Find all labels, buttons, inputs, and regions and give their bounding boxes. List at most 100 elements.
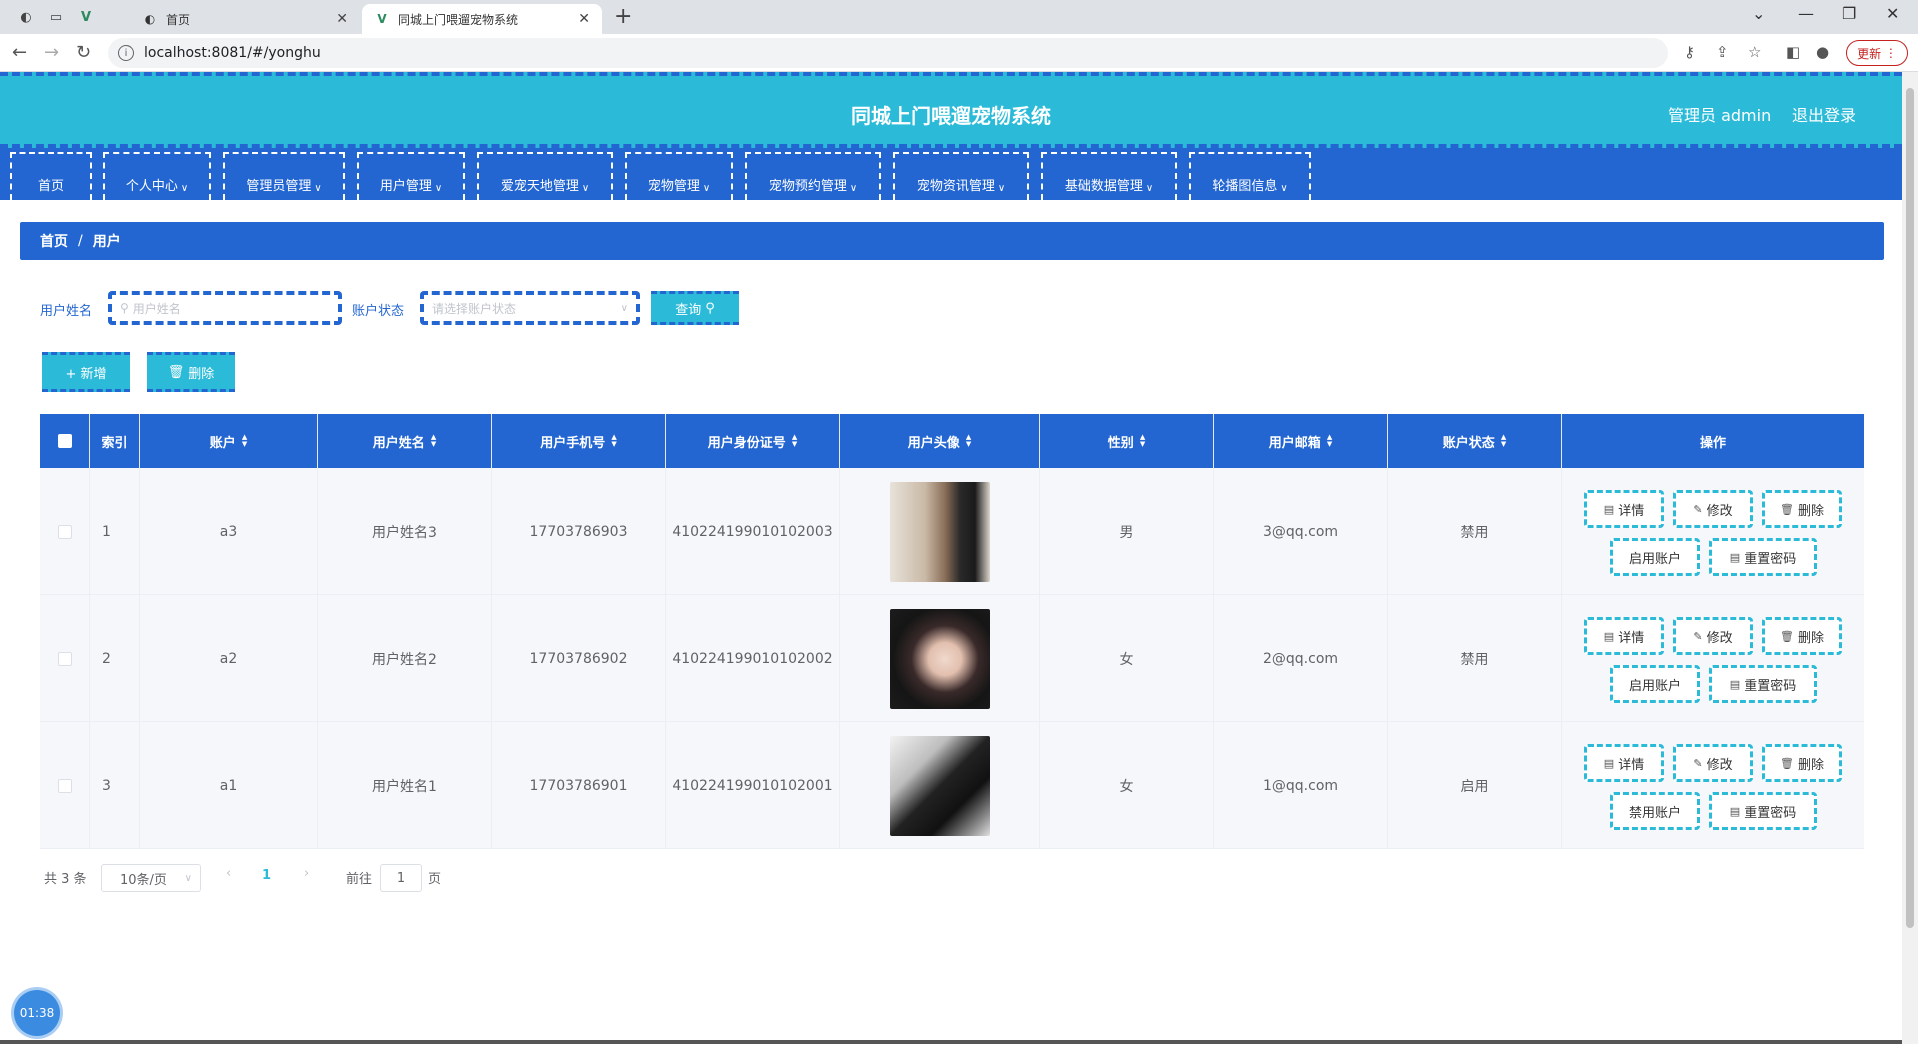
col-status[interactable]: 账户状态 ▲ ▼ [1388, 414, 1562, 468]
goto-page-input[interactable]: 1 [380, 864, 422, 892]
cell-actions: ▤ 详情 ✎ 修改 🗑︎ 删除 启用账户 ▤ 重置密码 [1562, 468, 1864, 595]
toggle-account-button[interactable]: 禁用账户 [1610, 792, 1700, 830]
add-button[interactable]: + 新增 [42, 352, 130, 392]
menu-label: 基础数据管理 [1064, 179, 1143, 194]
info-icon[interactable]: i [118, 45, 134, 61]
detail-button[interactable]: ▤ 详情 [1584, 617, 1664, 655]
side-panel-icon[interactable]: ◧ [1786, 43, 1800, 61]
logout-link[interactable]: 退出登录 [1792, 102, 1856, 126]
row-checkbox[interactable] [57, 778, 72, 793]
close-icon[interactable]: ✕ [578, 11, 590, 27]
menu-item-home[interactable]: 首页 [10, 152, 92, 200]
menu-item-pet-booking[interactable]: 宠物预约管理 ∨ [745, 152, 881, 200]
edit-button[interactable]: ✎ 修改 [1673, 490, 1753, 528]
col-phone[interactable]: 用户手机号 ▲ ▼ [492, 414, 666, 468]
batch-delete-button[interactable]: 🗑︎ 删除 [147, 352, 235, 392]
sort-icon[interactable]: ▲ ▼ [792, 434, 797, 448]
pinned-tab-icon[interactable]: ◐ [14, 6, 38, 28]
row-checkbox[interactable] [57, 524, 72, 539]
reset-password-button[interactable]: ▤ 重置密码 [1709, 665, 1817, 703]
pinned-tab-blank-icon[interactable]: ▭ [44, 6, 68, 28]
col-account[interactable]: 账户 ▲ ▼ [140, 414, 318, 468]
detail-button[interactable]: ▤ 详情 [1584, 490, 1664, 528]
sort-icon[interactable]: ▲ ▼ [1327, 434, 1332, 448]
col-email[interactable]: 用户邮箱 ▲ ▼ [1214, 414, 1388, 468]
detail-button[interactable]: ▤ 详情 [1584, 744, 1664, 782]
prev-page-icon[interactable]: ‹ [226, 866, 231, 881]
col-avatar[interactable]: 用户头像 ▲ ▼ [840, 414, 1040, 468]
add-label: + 新增 [65, 366, 107, 382]
browser-tab-active[interactable]: V 同城上门喂遛宠物系统 ✕ [362, 4, 602, 34]
row-checkbox[interactable] [57, 651, 72, 666]
table-header: 索引 账户 ▲ ▼ 用户姓名 ▲ ▼ 用户手机号 ▲ ▼ 用户身份证号 ▲ ▼ 用户头像 ▲ ▼ 性… [40, 414, 1864, 468]
tab-search-icon[interactable]: ⌄ [1752, 4, 1765, 23]
menu-item-carousel[interactable]: 轮播图信息 ∨ [1189, 152, 1311, 200]
cell-index: 1 [90, 468, 140, 595]
menu-item-pets[interactable]: 宠物管理 ∨ [625, 152, 733, 200]
star-icon[interactable]: ☆ [1748, 43, 1761, 61]
delete-button[interactable]: 🗑︎ 删除 [1762, 490, 1842, 528]
reload-icon[interactable]: ↻ [76, 42, 91, 63]
name-search-input[interactable]: ⚲ 用户姓名 [108, 291, 342, 325]
col-gender[interactable]: 性别 ▲ ▼ [1040, 414, 1214, 468]
back-arrow-icon[interactable]: ← [12, 42, 27, 63]
share-icon[interactable]: ⇪ [1716, 43, 1729, 61]
col-name[interactable]: 用户姓名 ▲ ▼ [318, 414, 492, 468]
update-button[interactable]: 更新 ⋮ [1846, 40, 1908, 66]
sort-icon[interactable]: ▲ ▼ [242, 434, 247, 448]
recording-timer[interactable]: 01:38 [14, 990, 60, 1036]
menu-item-pet-world[interactable]: 爱宠天地管理 ∨ [477, 152, 613, 200]
menu-item-base-data[interactable]: 基础数据管理 ∨ [1041, 152, 1177, 200]
select-all-checkbox[interactable] [57, 434, 72, 448]
toggle-account-button[interactable]: 启用账户 [1610, 538, 1700, 576]
col-actions: 操作 [1562, 414, 1864, 468]
sort-icon[interactable]: ▲ ▼ [966, 434, 971, 448]
sort-icon[interactable]: ▲ ▼ [611, 434, 616, 448]
query-button[interactable]: 查询 ⚲ [651, 291, 739, 325]
cell-name: 用户姓名1 [318, 722, 492, 849]
window-close-button[interactable]: ✕ [1886, 4, 1899, 23]
document-icon: ▤ [1729, 550, 1741, 564]
sort-icon[interactable]: ▲ ▼ [1501, 434, 1506, 448]
url-field[interactable]: i localhost:8081/#/yonghu [108, 38, 1668, 68]
new-tab-button[interactable]: + [614, 4, 632, 29]
edit-button[interactable]: ✎ 修改 [1673, 744, 1753, 782]
menu-item-admin[interactable]: 管理员管理 ∨ [223, 152, 345, 200]
browser-tab-home[interactable]: ◐ 首页 ✕ [130, 4, 360, 34]
status-select[interactable]: 请选择账户状态 ∨ [420, 291, 640, 325]
edit-button[interactable]: ✎ 修改 [1673, 617, 1753, 655]
restore-button[interactable]: ❐ [1842, 4, 1856, 23]
col-idcard[interactable]: 用户身份证号 ▲ ▼ [666, 414, 840, 468]
avatar-image[interactable] [889, 481, 990, 582]
menu-item-users[interactable]: 用户管理 ∨ [357, 152, 465, 200]
forward-arrow-icon[interactable]: → [44, 42, 59, 63]
key-icon[interactable]: ⚷ [1684, 43, 1695, 61]
sort-icon[interactable]: ▲ ▼ [431, 434, 436, 448]
reset-password-button[interactable]: ▤ 重置密码 [1709, 792, 1817, 830]
toggle-account-button[interactable]: 启用账户 [1610, 665, 1700, 703]
delete-button[interactable]: 🗑︎ 删除 [1762, 744, 1842, 782]
cell-idcard: 410224199010102001 [666, 722, 840, 849]
current-page[interactable]: 1 [262, 868, 271, 883]
pinned-tab-vue-icon[interactable]: V [74, 6, 98, 28]
profile-icon[interactable]: ● [1816, 43, 1829, 61]
breadcrumb-home[interactable]: 首页 [40, 231, 68, 251]
sort-icon[interactable]: ▲ ▼ [1140, 434, 1145, 448]
next-page-icon[interactable]: › [304, 866, 309, 881]
menu-item-profile[interactable]: 个人中心 ∨ [103, 152, 211, 200]
delete-button[interactable]: 🗑︎ 删除 [1762, 617, 1842, 655]
avatar-image[interactable] [889, 608, 990, 709]
page-scrollbar[interactable] [1902, 72, 1918, 1044]
status-filter-label: 账户状态 [352, 304, 405, 319]
avatar-image[interactable] [889, 735, 990, 836]
minimize-button[interactable]: — [1798, 4, 1814, 23]
close-icon[interactable]: ✕ [336, 11, 348, 27]
reset-password-button[interactable]: ▤ 重置密码 [1709, 538, 1817, 576]
scrollbar-thumb[interactable] [1906, 88, 1914, 928]
page-size-select[interactable]: 10条/页 ∨ [101, 864, 201, 892]
cell-status: 禁用 [1388, 468, 1562, 595]
menu-item-pet-news[interactable]: 宠物资讯管理 ∨ [893, 152, 1029, 200]
chevron-down-icon: ∨ [184, 872, 192, 884]
action-label: 修改 [1706, 503, 1733, 519]
cell-phone: 17703786902 [492, 595, 666, 722]
